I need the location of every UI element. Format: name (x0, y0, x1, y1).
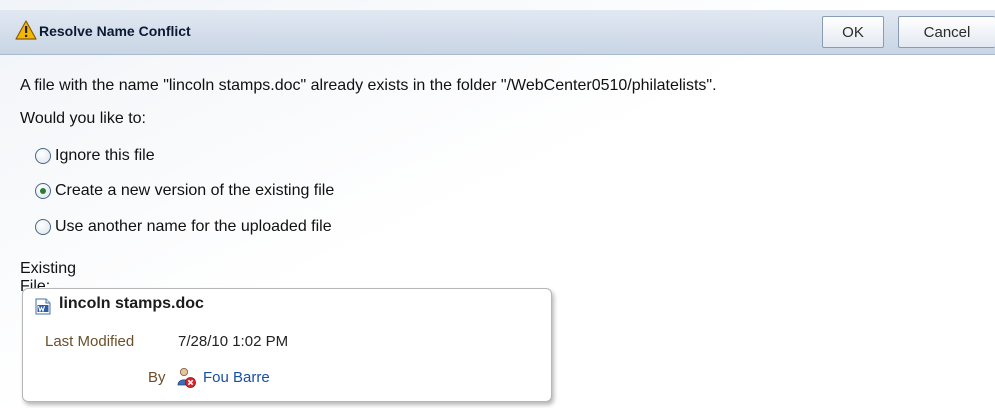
radio-new-version[interactable] (35, 183, 51, 199)
modified-by-user-link[interactable]: Fou Barre (203, 369, 270, 386)
option-label: Use another name for the uploaded file (55, 218, 332, 235)
choice-prompt: Would you like to: (20, 110, 146, 127)
last-modified-label: Last Modified (45, 333, 135, 350)
resolve-name-conflict-dialog: Resolve Name Conflict OK Cancel A file w… (0, 0, 995, 408)
option-label: Create a new version of the existing fil… (55, 182, 335, 199)
option-another-name[interactable]: Use another name for the uploaded file (35, 216, 332, 238)
word-document-icon (35, 298, 51, 315)
option-label: Ignore this file (55, 147, 155, 164)
ok-button[interactable]: OK (822, 16, 884, 48)
dialog-header: Resolve Name Conflict OK Cancel (0, 10, 995, 55)
file-name[interactable]: lincoln stamps.doc (59, 295, 204, 313)
cancel-button[interactable]: Cancel (898, 16, 995, 48)
radio-ignore[interactable] (35, 148, 51, 164)
radio-another-name[interactable] (35, 219, 51, 235)
last-modified-value: 7/28/10 1:02 PM (178, 333, 289, 350)
modified-by-label: By (148, 369, 166, 386)
option-new-version[interactable]: Create a new version of the existing fil… (35, 180, 334, 202)
conflict-message: A file with the name "lincoln stamps.doc… (20, 77, 717, 94)
dialog-title: Resolve Name Conflict (39, 23, 191, 39)
user-offline-icon (177, 368, 196, 388)
existing-file-card: lincoln stamps.doc Last Modified 7/28/10… (22, 288, 552, 402)
warning-icon (15, 20, 37, 40)
option-ignore-file[interactable]: Ignore this file (35, 145, 155, 167)
